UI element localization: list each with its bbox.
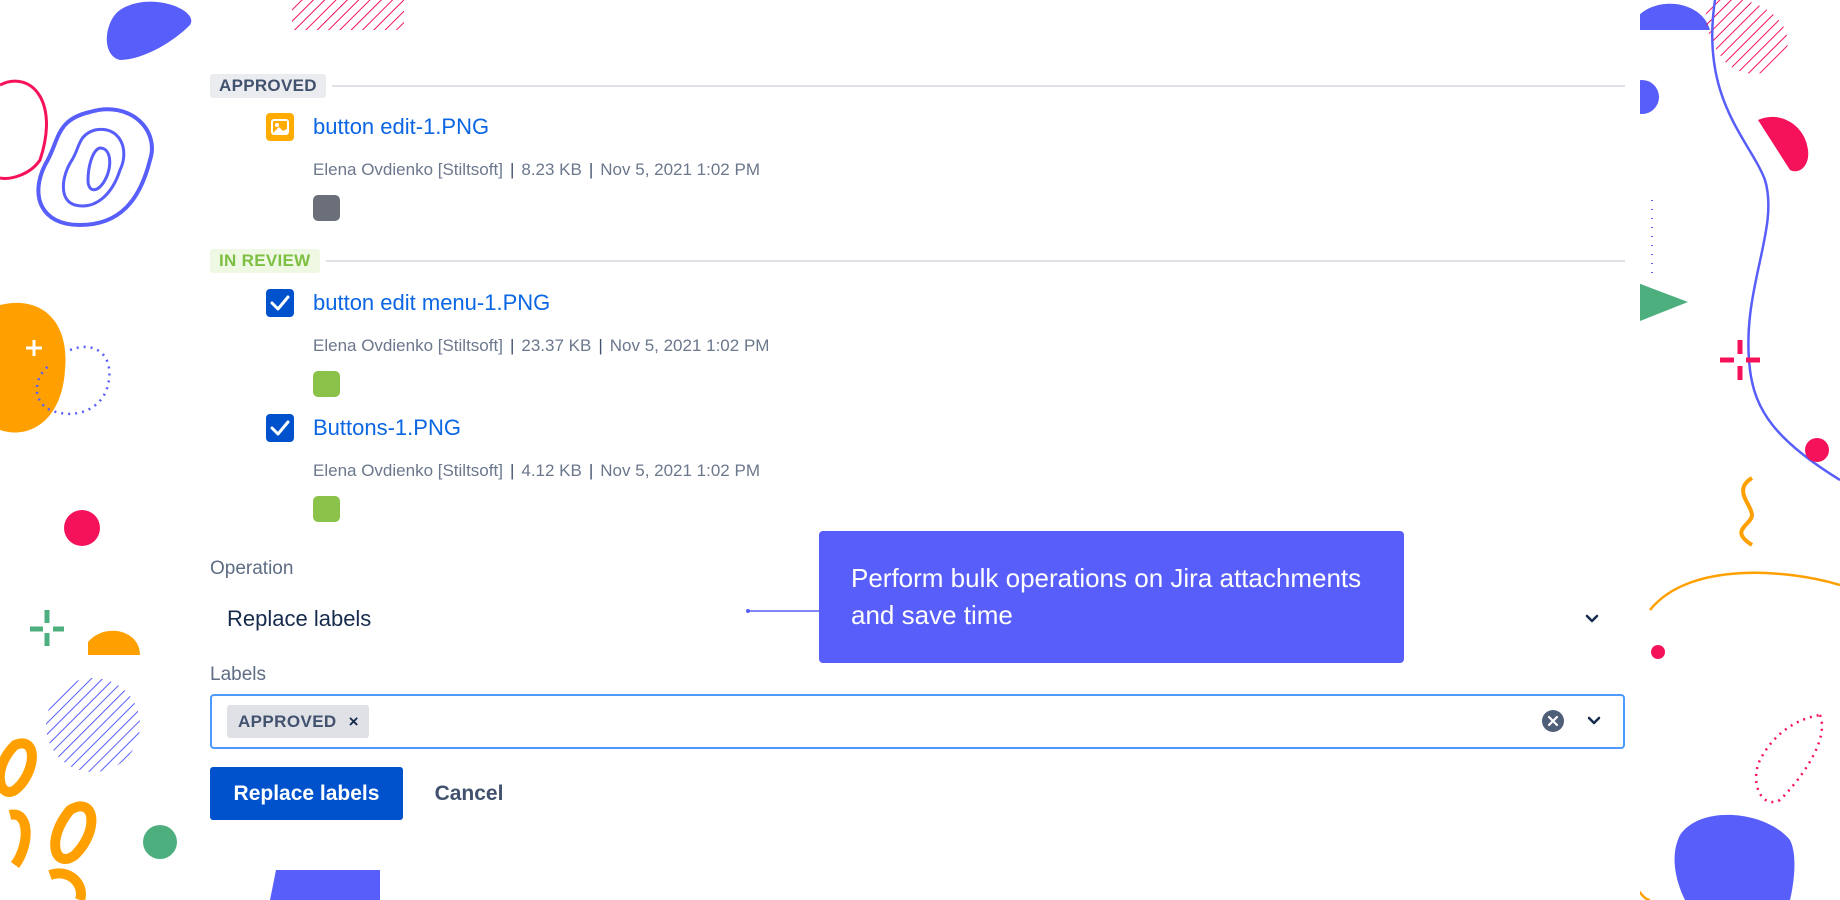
decorative-shapes-right bbox=[1640, 0, 1840, 900]
chevron-down-icon[interactable] bbox=[1584, 710, 1604, 730]
checkbox-checked-icon[interactable] bbox=[266, 289, 294, 317]
group-divider bbox=[325, 260, 1625, 262]
chevron-down-icon bbox=[1585, 614, 1599, 623]
cancel-button[interactable]: Cancel bbox=[410, 767, 528, 820]
labels-label: Labels bbox=[210, 664, 266, 685]
checkbox-checked-icon[interactable] bbox=[266, 414, 294, 442]
attachment-meta: Elena Ovdienko [Stiltsoft] | 23.37 KB | Nov … bbox=[313, 336, 769, 356]
meta-separator: | bbox=[588, 160, 594, 179]
clear-icon[interactable] bbox=[1542, 710, 1564, 732]
status-color-swatch bbox=[313, 371, 340, 397]
meta-separator: | bbox=[509, 336, 515, 355]
bulk-operations-panel: APPROVED button edit-1.PNG Elena Ovdienk… bbox=[210, 0, 1625, 900]
attachment-author: Elena Ovdienko [Stiltsoft] bbox=[313, 336, 503, 355]
image-thumbnail-icon bbox=[266, 113, 294, 141]
meta-separator: | bbox=[509, 461, 515, 480]
attachment-date: Nov 5, 2021 1:02 PM bbox=[609, 336, 770, 355]
operation-label: Operation bbox=[210, 558, 294, 579]
attachment-link[interactable]: Buttons-1.PNG bbox=[313, 414, 461, 442]
attachment-link[interactable]: button edit-1.PNG bbox=[313, 113, 489, 141]
callout-pointer bbox=[746, 609, 820, 613]
group-header-approved: APPROVED bbox=[210, 73, 1625, 99]
status-color-swatch bbox=[313, 496, 340, 522]
attachment-link[interactable]: button edit menu-1.PNG bbox=[313, 289, 550, 317]
status-lozenge-in-review: IN REVIEW bbox=[210, 249, 320, 273]
group-divider bbox=[331, 85, 1625, 87]
attachment-meta: Elena Ovdienko [Stiltsoft] | 4.12 KB | Nov 5… bbox=[313, 461, 760, 481]
label-chip: APPROVED × bbox=[227, 705, 369, 738]
attachment-date: Nov 5, 2021 1:02 PM bbox=[600, 160, 760, 179]
status-color-swatch bbox=[313, 195, 340, 221]
group-header-in-review: IN REVIEW bbox=[210, 248, 1625, 274]
attachment-author: Elena Ovdienko [Stiltsoft] bbox=[313, 160, 503, 179]
attachment-size: 23.37 KB bbox=[521, 336, 592, 355]
chip-remove-icon[interactable]: × bbox=[349, 712, 359, 732]
attachment-date: Nov 5, 2021 1:02 PM bbox=[600, 461, 760, 480]
callout-text: Perform bulk operations on Jira attachme… bbox=[851, 563, 1362, 630]
labels-multiselect[interactable]: APPROVED × bbox=[210, 694, 1625, 749]
attachment-size: 8.23 KB bbox=[521, 160, 582, 179]
label-chip-text: APPROVED bbox=[238, 711, 337, 731]
operation-selected-value: Replace labels bbox=[227, 606, 372, 631]
attachment-author: Elena Ovdienko [Stiltsoft] bbox=[313, 461, 503, 480]
feature-callout: Perform bulk operations on Jira attachme… bbox=[819, 531, 1404, 663]
meta-separator: | bbox=[598, 336, 603, 355]
decorative-shapes-left bbox=[0, 1, 192, 900]
meta-separator: | bbox=[509, 160, 515, 179]
attachment-meta: Elena Ovdienko [Stiltsoft] | 8.23 KB | Nov 5… bbox=[313, 160, 760, 180]
attachment-size: 4.12 KB bbox=[521, 461, 582, 480]
replace-labels-button[interactable]: Replace labels bbox=[210, 767, 403, 820]
meta-separator: | bbox=[588, 461, 594, 480]
status-lozenge-approved: APPROVED bbox=[210, 74, 326, 98]
